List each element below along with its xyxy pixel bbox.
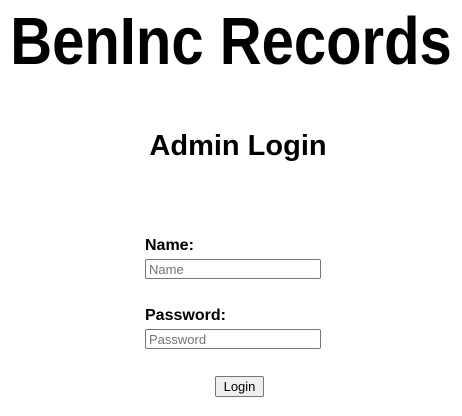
name-label: Name: [145, 237, 194, 254]
name-input[interactable] [145, 259, 321, 279]
site-title: BenInc Records [10, 4, 452, 80]
page-heading: Admin Login [149, 130, 327, 162]
password-label: Password: [145, 307, 226, 324]
login-button[interactable]: Login [215, 376, 264, 397]
password-input[interactable] [145, 329, 321, 349]
